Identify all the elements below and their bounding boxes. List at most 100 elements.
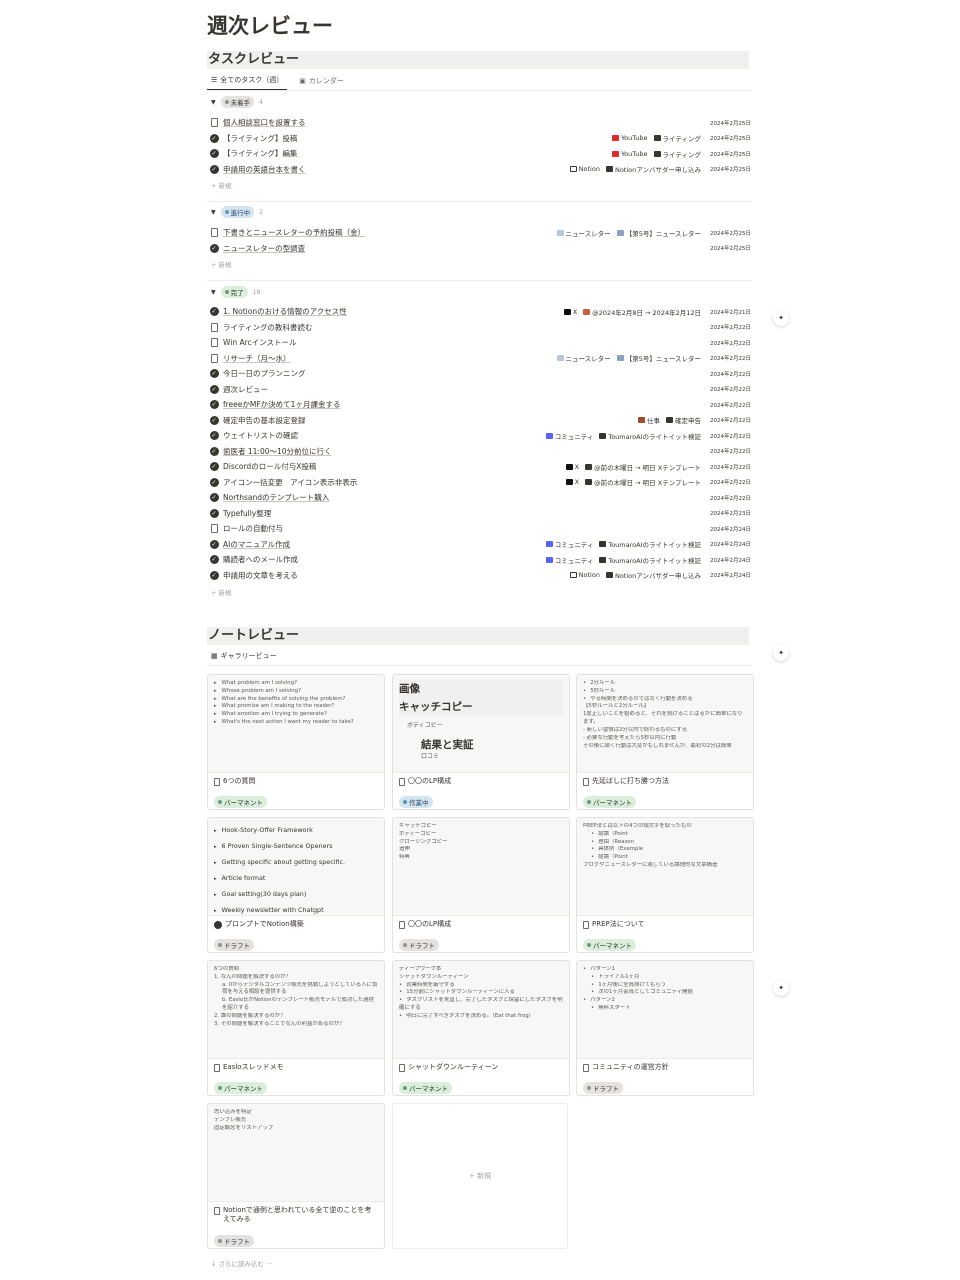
property-tag[interactable]: Notion <box>569 571 600 579</box>
table-row[interactable]: ✓ 【ライティング】編集 YouTube ライティング 2024年2月25日 <box>209 146 751 161</box>
property-tag[interactable]: ライティング <box>653 149 701 159</box>
table-row[interactable]: ✓ 購読者へのメール作成 コミュニティ ToumaroAIのライトイット検証 2024年… <box>209 552 751 567</box>
row-title[interactable]: 歯医者 11:00〜10分前位に行く <box>223 446 701 457</box>
gallery-card[interactable]: 6つの質問 1. なんの問題を解決するのか？ a. 0からデジタルコンテンツ販売を挑… <box>207 960 385 1096</box>
property-tag[interactable]: 確定申告 <box>666 415 701 425</box>
caret-down-icon[interactable]: ▼ <box>211 99 216 106</box>
tab-gallery-view[interactable]: ▦ ギャラリービュー <box>207 650 281 666</box>
gallery-card[interactable]: What problem am I solving?Whose problem … <box>207 674 385 810</box>
row-title[interactable]: ライティングの教科書読む <box>223 322 701 333</box>
property-tag[interactable]: コミュニティ <box>545 431 593 441</box>
row-title[interactable]: アイコン一括変更 アイコン表示非表示 <box>223 477 566 488</box>
card-title[interactable]: Easloスレッドメモ <box>214 1063 378 1072</box>
card-title[interactable]: Notionで通例と思われている全て逆のことを考えてみる <box>214 1206 378 1225</box>
row-title[interactable]: 申請用の英語台本を書く <box>223 164 570 175</box>
card-title[interactable]: 〇〇のLP構成 <box>399 920 563 929</box>
table-row[interactable]: Win Arcインストール 2024年2月22日 <box>209 335 751 350</box>
row-title[interactable]: 今日一日のプランニング <box>223 368 701 379</box>
card-title[interactable]: PREP法について <box>583 920 747 929</box>
property-tag[interactable]: X <box>565 463 579 471</box>
caret-down-icon[interactable]: ▼ <box>211 289 216 296</box>
caret-down-icon[interactable]: ▼ <box>211 209 216 216</box>
property-tag[interactable]: コミュニティ <box>545 539 593 549</box>
ai-sparkle-button[interactable]: ✦ <box>773 645 789 661</box>
property-tag[interactable]: ToumaroAIのライトイット検証 <box>599 431 701 441</box>
table-row[interactable]: ✓ 【ライティング】投稿 YouTube ライティング 2024年2月25日 <box>209 131 751 146</box>
row-title[interactable]: ウェイトリストの確認 <box>223 430 546 441</box>
row-title[interactable]: 個人相談窓口を設置する <box>223 117 701 128</box>
table-row[interactable]: ✓ 申請用の英語台本を書く Notion Notionアンバサダー申し込み 2024年2… <box>209 162 751 177</box>
new-task-button[interactable]: + 新規 <box>211 180 232 190</box>
property-tag[interactable]: ニュースレター <box>556 353 611 363</box>
table-row[interactable]: ✓ 週次レビュー 2024年2月22日 <box>209 382 751 397</box>
gallery-card[interactable]: PREP法とは以下の4つの頭文字を取ったもの結論（Point理由（Reason具… <box>576 817 754 953</box>
row-title[interactable]: Discordのロール付与X投稿 <box>223 461 566 472</box>
ai-sparkle-button[interactable]: ✦ <box>773 310 789 326</box>
card-title[interactable]: 6つの質問 <box>214 777 378 786</box>
property-tag[interactable]: 仕事 <box>638 415 660 425</box>
table-row[interactable]: ✓ AIのマニュアル作成 コミュニティ ToumaroAIのライトイット検証 2024年… <box>209 537 751 552</box>
table-row[interactable]: ✓ 今日一日のプランニング 2024年2月22日 <box>209 366 751 381</box>
table-row[interactable]: ✓ ニュースレターの型調査 2024年2月25日 <box>209 241 751 256</box>
row-title[interactable]: 下書きとニュースレターの予約投稿（金） <box>223 227 557 238</box>
table-row[interactable]: ✓ アイコン一括変更 アイコン表示非表示 X @前の木曜日 → 明日 Xテンプレート 2… <box>209 475 751 490</box>
tab-all-tasks-week[interactable]: ☰ 全てのタスク（週） <box>207 74 288 90</box>
table-row[interactable]: ✓ ウェイトリストの確認 コミュニティ ToumaroAIのライトイット検証 2024年… <box>209 428 751 443</box>
property-tag[interactable]: @前の木曜日 → 明日 Xテンプレート <box>585 477 701 487</box>
table-row[interactable]: ✓ Northsandのテンプレート購入 2024年2月22日 <box>209 490 751 505</box>
gallery-card[interactable]: 画像 キャッチコピー ボディコピー 結果と実証 口コミ 〇〇のLP構成 作業中 <box>392 674 570 810</box>
property-tag[interactable]: 【第5号】ニュースレター <box>616 228 701 238</box>
card-title[interactable]: 先延ばしに打ち勝つ方法 <box>583 777 747 786</box>
row-title[interactable]: 確定申告の基本設定登録 <box>223 415 638 426</box>
property-tag[interactable]: Notionアンバサダー申し込み <box>605 164 701 174</box>
table-row[interactable]: 個人相談窓口を設置する 2024年2月25日 <box>209 115 751 130</box>
property-tag[interactable]: Notion <box>569 165 600 173</box>
row-title[interactable]: Win Arcインストール <box>223 337 701 348</box>
gallery-card[interactable]: パターン1トライアル1ヶ月1ヶ月後に全員排けてもらう次の1ヶ月会員としてコミュニ… <box>576 960 754 1096</box>
property-tag[interactable]: YouTube <box>612 150 648 158</box>
new-task-button[interactable]: + 新規 <box>211 587 232 597</box>
property-tag[interactable]: 【第5号】ニュースレター <box>616 353 701 363</box>
tab-calendar[interactable]: ▣ カレンダー <box>295 74 348 90</box>
property-tag[interactable]: ライティング <box>653 133 701 143</box>
table-row[interactable]: ✓ 歯医者 11:00〜10分前位に行く 2024年2月22日 <box>209 444 751 459</box>
gallery-card[interactable]: ディープワーク本シャットダウンルーティーン就業時間を厳守する15分前にシャットダ… <box>392 960 570 1096</box>
table-row[interactable]: ✓ freeeかMFか決めて1ヶ月課金する 2024年2月22日 <box>209 397 751 412</box>
load-more-button[interactable]: ↓ さらに読み込む ··· <box>211 1258 272 1268</box>
row-title[interactable]: ロールの自動付与 <box>223 523 701 534</box>
group-header-2[interactable]: ▼ 完了 18 <box>211 286 260 298</box>
new-task-button[interactable]: + 新規 <box>211 259 232 269</box>
gallery-card[interactable]: 思い込みを特定 テンプレ販売 固定観念をリストアップ Notionで通例と思われている… <box>207 1103 385 1249</box>
group-header-1[interactable]: ▼ 進行中 2 <box>211 206 263 218</box>
row-title[interactable]: Typefully整理 <box>223 508 701 519</box>
row-title[interactable]: 1. Notionのおける情報のアクセス性 <box>223 306 564 317</box>
row-title[interactable]: AIのマニュアル作成 <box>223 539 546 550</box>
table-row[interactable]: ✓ 申請用の文章を考える Notion Notionアンバサダー申し込み 2024年2月… <box>209 568 751 583</box>
gallery-card[interactable]: キャッチコピー ボディーコピー クロージングコピー 追伸 特典 〇〇のLP構成 ドラフト <box>392 817 570 953</box>
ai-sparkle-button[interactable]: ✦ <box>773 980 789 996</box>
property-tag[interactable]: X <box>565 478 579 486</box>
property-tag[interactable]: ToumaroAIのライトイット検証 <box>599 555 701 565</box>
row-title[interactable]: 【ライティング】編集 <box>223 148 612 159</box>
row-title[interactable]: 申請用の文章を考える <box>223 570 570 581</box>
property-tag[interactable]: ToumaroAIのライトイット検証 <box>599 539 701 549</box>
gallery-card[interactable]: Hook-Story-Offer Framework6 Proven Singl… <box>207 817 385 953</box>
card-title[interactable]: コミュニティの運営方針 <box>583 1063 747 1072</box>
table-row[interactable]: ✓ 1. Notionのおける情報のアクセス性 X @2024年2月8日 → 2024… <box>209 304 751 319</box>
gallery-card[interactable]: 2分ルール5秒ルールやる時間を決めるのではなく行動を決める【5秒ルールと2分ルー… <box>576 674 754 810</box>
row-title[interactable]: リサーチ（月〜水） <box>223 353 557 364</box>
row-title[interactable]: freeeかMFか決めて1ヶ月課金する <box>223 399 701 410</box>
card-title[interactable]: プロンプトでNotion構築 <box>214 920 378 929</box>
table-row[interactable]: ✓ Discordのロール付与X投稿 X @前の木曜日 → 明日 Xテンプレート 202… <box>209 459 751 474</box>
new-card-button[interactable]: + 新規 <box>392 1103 568 1249</box>
property-tag[interactable]: ニュースレター <box>556 228 611 238</box>
property-tag[interactable]: @2024年2月8日 → 2024年2月12日 <box>583 307 701 317</box>
property-tag[interactable]: コミュニティ <box>545 555 593 565</box>
table-row[interactable]: ✓ Typefully整理 2024年2月23日 <box>209 506 751 521</box>
group-header-0[interactable]: ▼ 未着手 4 <box>211 96 263 108</box>
row-title[interactable]: 【ライティング】投稿 <box>223 133 612 144</box>
table-row[interactable]: リサーチ（月〜水） ニュースレター 【第5号】ニュースレター 2024年2月22日 <box>209 351 751 366</box>
table-row[interactable]: 下書きとニュースレターの予約投稿（金） ニュースレター 【第5号】ニュースレター 20… <box>209 225 751 240</box>
row-title[interactable]: 購読者へのメール作成 <box>223 554 546 565</box>
row-title[interactable]: ニュースレターの型調査 <box>223 243 701 254</box>
